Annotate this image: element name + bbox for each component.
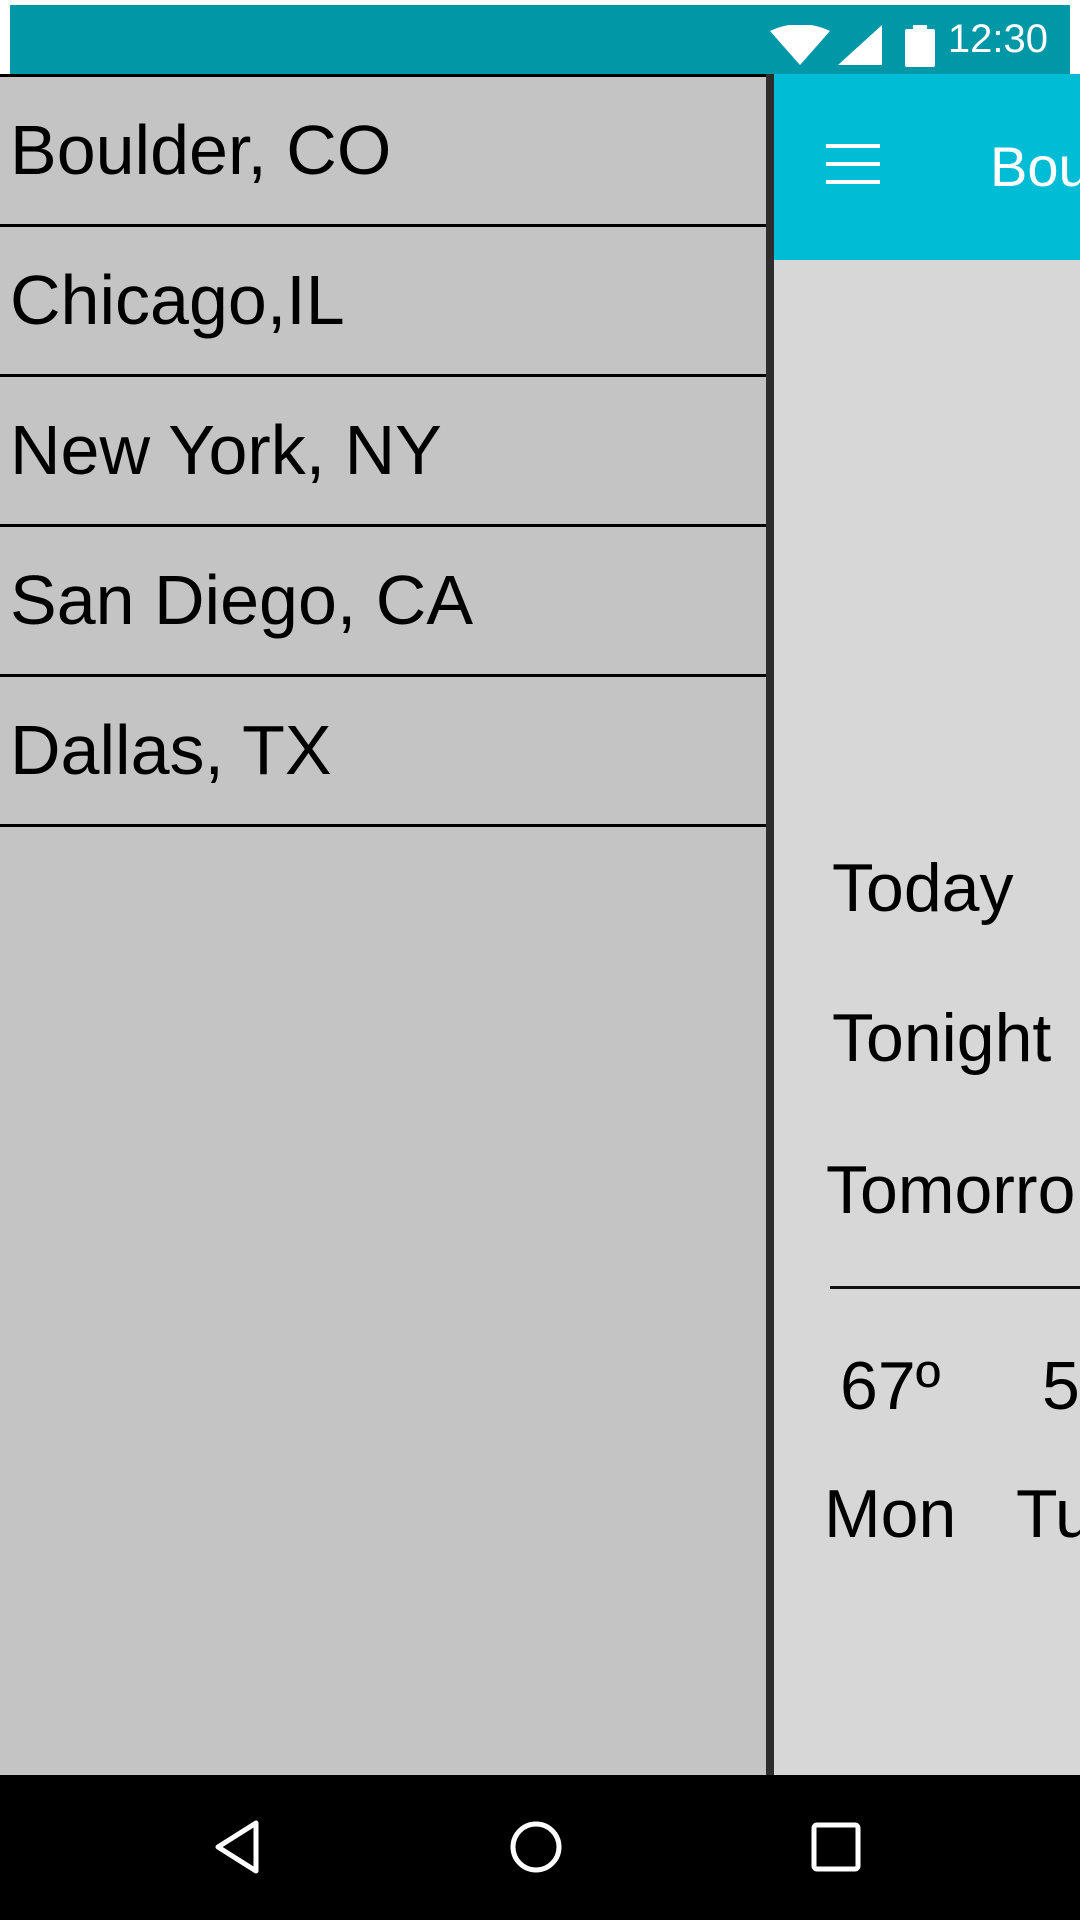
- day-temp: 67º: [840, 1348, 941, 1424]
- drawer-city-item[interactable]: San Diego, CA: [0, 527, 766, 677]
- day-name: Mon: [824, 1476, 957, 1552]
- app-toolbar: Bou: [774, 74, 1080, 260]
- home-icon[interactable]: [506, 1817, 566, 1877]
- city-label: Dallas, TX: [10, 711, 332, 789]
- signal-icon: [838, 25, 882, 65]
- back-icon[interactable]: [208, 1817, 268, 1877]
- system-nav-bar: [0, 1775, 1080, 1920]
- day-temp: 5: [1042, 1348, 1080, 1424]
- city-label: Boulder, CO: [10, 111, 392, 189]
- forecast-period-tomorrow: Tomorro: [826, 1152, 1076, 1228]
- city-label: Chicago,IL: [10, 261, 345, 339]
- navigation-drawer: Boulder, CO Chicago,IL New York, NY San …: [0, 74, 766, 1775]
- city-label: New York, NY: [10, 411, 442, 489]
- drawer-city-item[interactable]: New York, NY: [0, 377, 766, 527]
- day-name: Tu: [1016, 1476, 1080, 1552]
- status-bar: 12:30: [10, 5, 1070, 74]
- drawer-city-item[interactable]: Boulder, CO: [0, 77, 766, 227]
- toolbar-title: Bou: [990, 135, 1080, 198]
- recents-icon[interactable]: [806, 1817, 866, 1877]
- city-label: San Diego, CA: [10, 561, 474, 639]
- wifi-icon: [770, 25, 830, 65]
- forecast-divider: [830, 1286, 1080, 1289]
- drawer-edge-shadow: [766, 74, 774, 1775]
- drawer-city-item[interactable]: Chicago,IL: [0, 227, 766, 377]
- forecast-period-tonight: Tonight: [832, 1000, 1052, 1076]
- forecast-period-today: Today: [832, 850, 1014, 926]
- hamburger-menu-icon[interactable]: [826, 144, 882, 188]
- drawer-city-item[interactable]: Dallas, TX: [0, 677, 766, 827]
- status-time: 12:30: [947, 17, 1048, 61]
- battery-icon: [905, 25, 935, 67]
